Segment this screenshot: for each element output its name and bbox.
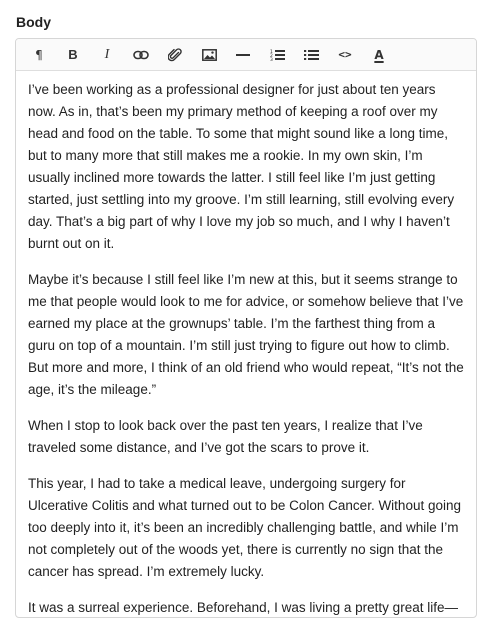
pilcrow-icon: ¶ [35, 47, 43, 62]
bold-button[interactable]: B [56, 41, 90, 69]
body-field-label: Body [16, 14, 51, 30]
ordered-list-button[interactable]: 1 2 3 [260, 41, 294, 69]
bold-icon: B [68, 47, 78, 62]
rich-text-editor[interactable]: ¶ B I 1 2 3 <> A I’ve been working as a … [15, 38, 477, 618]
bullet-list-icon [303, 49, 319, 60]
link-icon [133, 50, 149, 59]
paragraph: It was a surreal experience. Beforehand,… [28, 600, 458, 615]
italic-icon: I [104, 46, 110, 62]
editor-content[interactable]: I’ve been working as a professional desi… [16, 71, 476, 617]
italic-button[interactable]: I [90, 41, 124, 69]
clear-format-button[interactable]: A [362, 41, 396, 69]
paragraph: Maybe it’s because I still feel like I’m… [28, 272, 464, 397]
paragraph: This year, I had to take a medical leave… [28, 476, 461, 579]
horizontal-rule-button[interactable] [226, 41, 260, 69]
image-button[interactable] [192, 41, 226, 69]
code-button[interactable]: <> [328, 41, 362, 69]
horizontal-rule-icon [236, 53, 250, 56]
paragraph-button[interactable]: ¶ [22, 41, 56, 69]
clear-format-icon: A [374, 47, 384, 62]
code-icon: <> [338, 48, 352, 61]
unlink-button[interactable] [158, 41, 192, 69]
paragraph: I’ve been working as a professional desi… [28, 82, 455, 251]
ordered-list-icon: 1 2 3 [270, 49, 285, 61]
bullet-list-button[interactable] [294, 41, 328, 69]
paperclip-icon [168, 47, 182, 61]
paragraph: When I stop to look back over the past t… [28, 418, 423, 455]
svg-text:3: 3 [270, 57, 273, 61]
image-icon [201, 48, 217, 61]
editor-toolbar: ¶ B I 1 2 3 <> A [16, 39, 476, 71]
link-button[interactable] [124, 41, 158, 69]
